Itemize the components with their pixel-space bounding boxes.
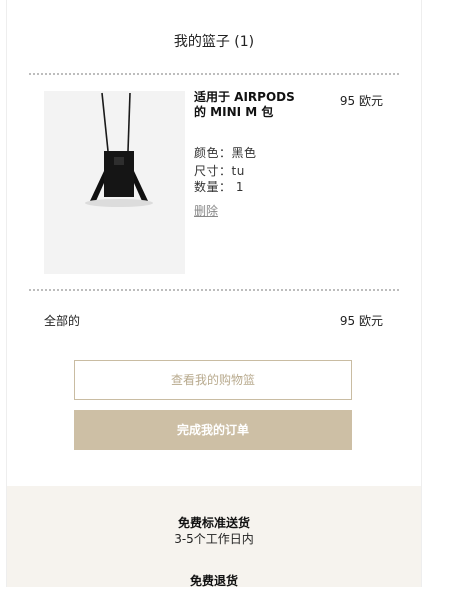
product-quantity: 数量： 1 — [194, 180, 244, 194]
product-color: 颜色：黑色 — [194, 146, 257, 160]
product-price: 95 欧元 — [339, 94, 383, 108]
total-label: 全部的 — [44, 314, 81, 328]
cart-title: 我的篮子 (1) — [173, 34, 255, 50]
product-size: 尺寸：tu — [194, 164, 245, 178]
product-image[interactable] — [44, 91, 185, 274]
free-shipping-time: 3-5个工作日内 — [174, 532, 254, 546]
checkout-button[interactable]: 完成我的订单 — [74, 410, 352, 450]
shipping-info-panel: 免费标准送货 3-5个工作日内 免费退货 — [7, 486, 421, 588]
bag-icon — [44, 91, 185, 274]
free-returns-title: 免费退货 — [189, 574, 238, 588]
product-name[interactable]: 适用于 AIRPODS 的 MINI M 包 — [194, 90, 304, 120]
cart-panel: 我的篮子 (1) 适用于 AIRPODS 的 MINI M 包 95 欧元 颜色… — [6, 0, 422, 588]
divider-bottom — [29, 289, 399, 291]
remove-item-link[interactable]: 删除 — [194, 202, 218, 219]
free-shipping-title: 免费标准送货 — [177, 516, 250, 530]
view-cart-button[interactable]: 查看我的购物篮 — [74, 360, 352, 400]
divider-top — [29, 73, 399, 75]
total-value: 95 欧元 — [339, 314, 383, 328]
